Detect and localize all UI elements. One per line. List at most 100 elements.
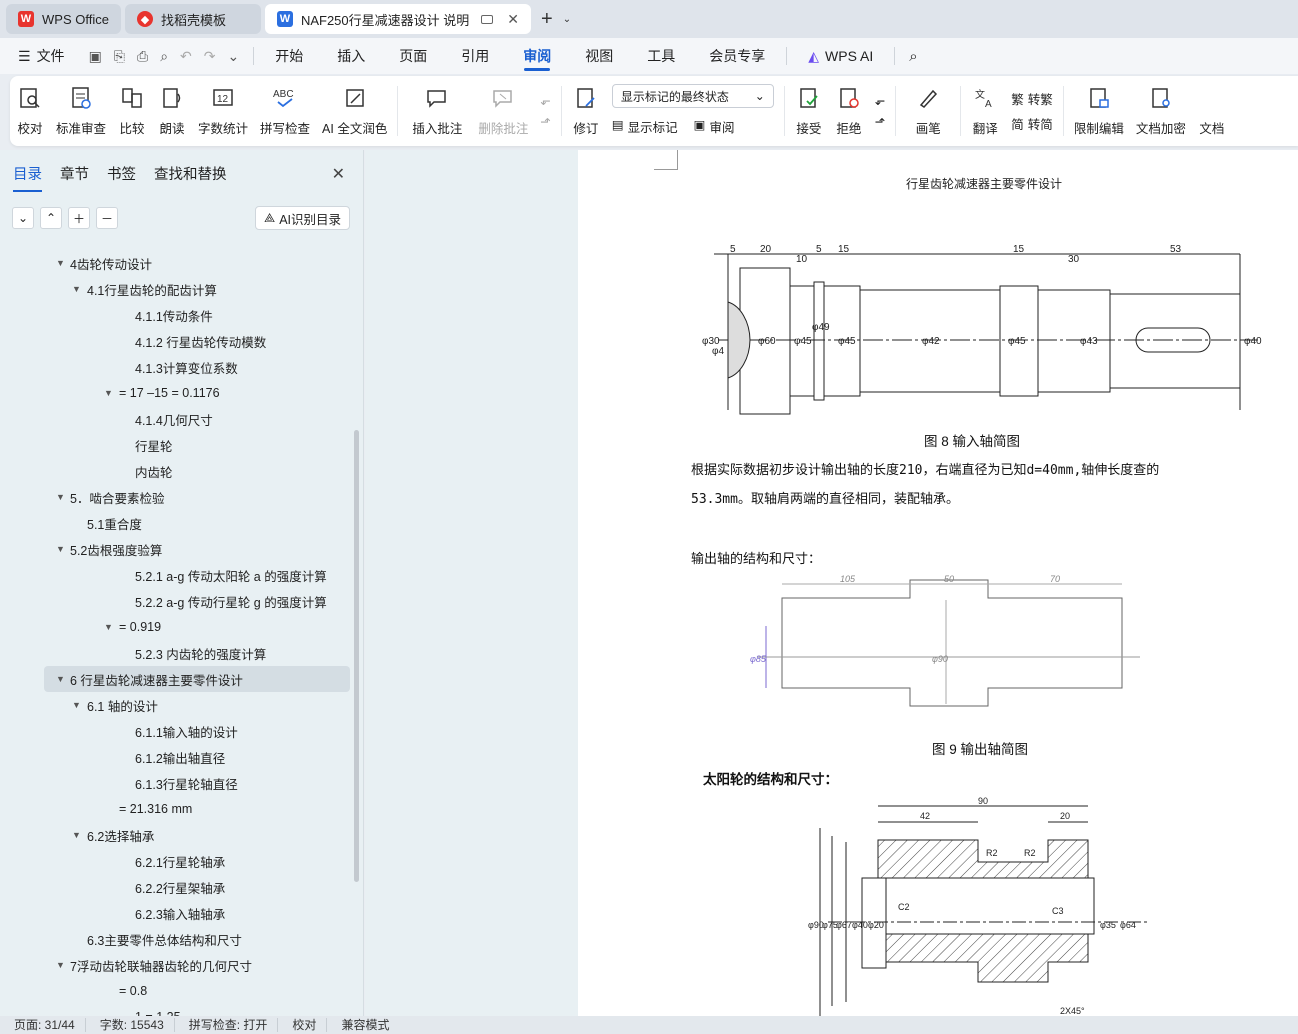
toc-item[interactable]: 5.2.1 a-g 传动太阳轮 a 的强度计算 <box>0 562 356 588</box>
toc-item[interactable]: ▼ 6.2选择轴承 <box>0 822 356 848</box>
toc-item[interactable]: ▼ = 0.919 <box>0 614 356 640</box>
collapse-triangle-icon[interactable]: ▼ <box>104 622 113 632</box>
collapse-triangle-icon[interactable]: ▼ <box>56 674 65 684</box>
next-change-icon[interactable]: ⬏ <box>875 114 885 129</box>
toc-item[interactable]: 5.2.3 内齿轮的强度计算 <box>0 640 356 666</box>
standard-review-button[interactable]: 标准审查 <box>50 76 112 146</box>
toc-item[interactable]: = 0.8 <box>0 978 356 1004</box>
ai-toc-button[interactable]: ⟁ AI识别目录 <box>255 206 350 230</box>
toc-item[interactable]: 6.2.1行星轮轴承 <box>0 848 356 874</box>
collapse-triangle-icon[interactable]: ▼ <box>72 830 81 840</box>
tab-toc[interactable]: 目录 <box>13 163 42 192</box>
collapse-triangle-icon[interactable]: ▼ <box>72 700 81 710</box>
undo-icon[interactable]: ↶ <box>180 48 192 65</box>
toc-item[interactable]: 6.2.2行星架轴承 <box>0 874 356 900</box>
close-tab-icon[interactable]: ✕ <box>507 11 519 28</box>
collapse-triangle-icon[interactable]: ▼ <box>56 544 65 554</box>
toc-item[interactable]: 4.1.3计算变位系数 <box>0 354 356 380</box>
menu-tools[interactable]: 工具 <box>630 38 692 74</box>
menu-page[interactable]: 页面 <box>382 38 444 74</box>
tab-docer-templates[interactable]: ◆ 找稻壳模板 <box>124 4 261 34</box>
collapse-triangle-icon[interactable]: ▼ <box>104 388 113 398</box>
file-menu[interactable]: ☰ 文件 <box>0 46 79 66</box>
menu-reference[interactable]: 引用 <box>444 38 506 74</box>
toc-item[interactable]: 内齿轮 <box>0 458 356 484</box>
menu-insert[interactable]: 插入 <box>320 38 382 74</box>
collapse-triangle-icon[interactable]: ▼ <box>56 960 65 970</box>
tab-document[interactable]: W NAF250行星减速器设计 说明 ✕ <box>264 4 531 34</box>
doc-encrypt-button[interactable]: 文档加密 <box>1130 76 1192 146</box>
collapse-triangle-icon[interactable]: ▼ <box>56 258 65 268</box>
toc-item[interactable]: 4.1.1传动条件 <box>0 302 356 328</box>
toc-item[interactable]: 5.2.2 a-g 传动行星轮 g 的强度计算 <box>0 588 356 614</box>
toc-item[interactable]: 6.1.3行星轮轴直径 <box>0 770 356 796</box>
toc-item[interactable]: ▼ 6 行星齿轮减速器主要零件设计 <box>44 666 350 692</box>
read-aloud-button[interactable]: 朗读 <box>152 76 192 146</box>
tab-sections[interactable]: 章节 <box>60 163 89 184</box>
track-changes-button[interactable]: 修订 <box>566 76 606 146</box>
menu-wps-ai[interactable]: ◭ WPS AI <box>791 38 890 74</box>
close-icon[interactable]: ✕ <box>332 164 345 184</box>
tab-wps-office[interactable]: W WPS Office <box>6 4 121 34</box>
accept-button[interactable]: 接受 <box>789 76 829 146</box>
add-icon[interactable]: ＋ <box>68 207 90 229</box>
tab-find-replace[interactable]: 查找和替换 <box>154 163 227 184</box>
menu-member[interactable]: 会员专享 <box>692 38 782 74</box>
export-icon[interactable]: ⎘ <box>114 48 125 65</box>
collapse-triangle-icon[interactable]: ▼ <box>72 284 81 294</box>
remove-icon[interactable]: － <box>96 207 118 229</box>
to-simplified-button[interactable]: 简转简 <box>1011 114 1053 133</box>
chevron-down-icon[interactable]: ⌄ <box>563 14 571 25</box>
previous-change-icon[interactable]: ⬐ <box>875 93 885 108</box>
expand-down-icon[interactable]: ⌄ <box>12 207 34 229</box>
toc-item[interactable]: 行星轮 <box>0 432 356 458</box>
toc-item[interactable]: 4.1.2 行星齿轮传动模数 <box>0 328 356 354</box>
toc-item[interactable]: ▼ 5.2齿根强度验算 <box>0 536 356 562</box>
proof-indicator[interactable]: 校对 <box>278 1018 328 1032</box>
menu-view[interactable]: 视图 <box>568 38 630 74</box>
toc-item[interactable]: 4.1.4几何尺寸 <box>0 406 356 432</box>
review-pane-button[interactable]: ▣ 审阅 <box>694 117 735 136</box>
new-tab-icon[interactable]: + <box>535 8 559 31</box>
toc-item[interactable]: 6.2.3输入轴轴承 <box>0 900 356 926</box>
to-traditional-button[interactable]: 繁转繁 <box>1011 89 1053 108</box>
doc-more-button[interactable]: 文档 <box>1192 76 1232 146</box>
toc-item[interactable]: ▼ 4.1行星齿轮的配齿计算 <box>0 276 356 302</box>
toc-item[interactable]: 6.1.2输出轴直径 <box>0 744 356 770</box>
ai-polish-button[interactable]: AI 全文润色 <box>316 76 393 146</box>
print-icon[interactable]: ⎙ <box>137 48 148 65</box>
collapse-up-icon[interactable]: ⌃ <box>40 207 62 229</box>
monitor-icon[interactable] <box>481 14 494 24</box>
markup-state-select[interactable]: 显示标记的最终状态 ⌄ <box>611 84 774 108</box>
toc-item[interactable]: ▼ 4齿轮传动设计 <box>0 250 356 276</box>
toc-item[interactable]: ▼ 6.1 轴的设计 <box>0 692 356 718</box>
toc-item[interactable]: 5.1重合度 <box>0 510 356 536</box>
show-markup-button[interactable]: ▤ 显示标记 <box>612 117 678 136</box>
more-chevron-icon[interactable]: ⌄ <box>228 48 240 65</box>
word-count-button[interactable]: 12 字数统计 <box>192 76 254 146</box>
toc-item[interactable]: ▼ 7浮动齿轮联轴器齿轮的几何尺寸 <box>0 952 356 978</box>
translate-button[interactable]: 文A 翻译 <box>965 76 1005 146</box>
toc-item[interactable]: ▼ 5．啮合要素检验 <box>0 484 356 510</box>
word-count-indicator[interactable]: 字数: 15543 <box>86 1018 175 1032</box>
toc-item[interactable]: = 21.316 mm <box>0 796 356 822</box>
menu-start[interactable]: 开始 <box>258 38 320 74</box>
previous-comment-icon[interactable]: ⬐ <box>540 93 550 108</box>
page-indicator[interactable]: 页面: 31/44 <box>0 1018 86 1032</box>
print-preview-icon[interactable]: ⌕ <box>160 48 168 65</box>
redo-icon[interactable]: ↷ <box>204 48 216 65</box>
compare-button[interactable]: 比较 <box>112 76 152 146</box>
document-page[interactable]: 行星齿轮减速器主要零件设计 5 20 10 5 15 15 30 53 φ30 … <box>578 150 1298 1016</box>
spell-check-button[interactable]: ABC 拼写检查 <box>254 76 316 146</box>
proofread-button[interactable]: 校对 <box>10 76 50 146</box>
insert-comment-button[interactable]: 插入批注 <box>402 76 472 146</box>
search-icon[interactable]: ⌕ <box>899 48 927 65</box>
toc-item[interactable]: 6.3主要零件总体结构和尺寸 <box>0 926 356 952</box>
delete-comment-button[interactable]: 删除批注 <box>472 76 534 146</box>
toc-scrollbar[interactable] <box>354 430 359 882</box>
save-icon[interactable]: ▣ <box>89 48 102 65</box>
tab-bookmarks[interactable]: 书签 <box>107 163 136 184</box>
toc-item[interactable]: ▼ = 17 –15 = 0.1176 <box>0 380 356 406</box>
menu-review[interactable]: 审阅 <box>506 38 568 74</box>
restrict-edit-button[interactable]: 限制编辑 <box>1068 76 1130 146</box>
